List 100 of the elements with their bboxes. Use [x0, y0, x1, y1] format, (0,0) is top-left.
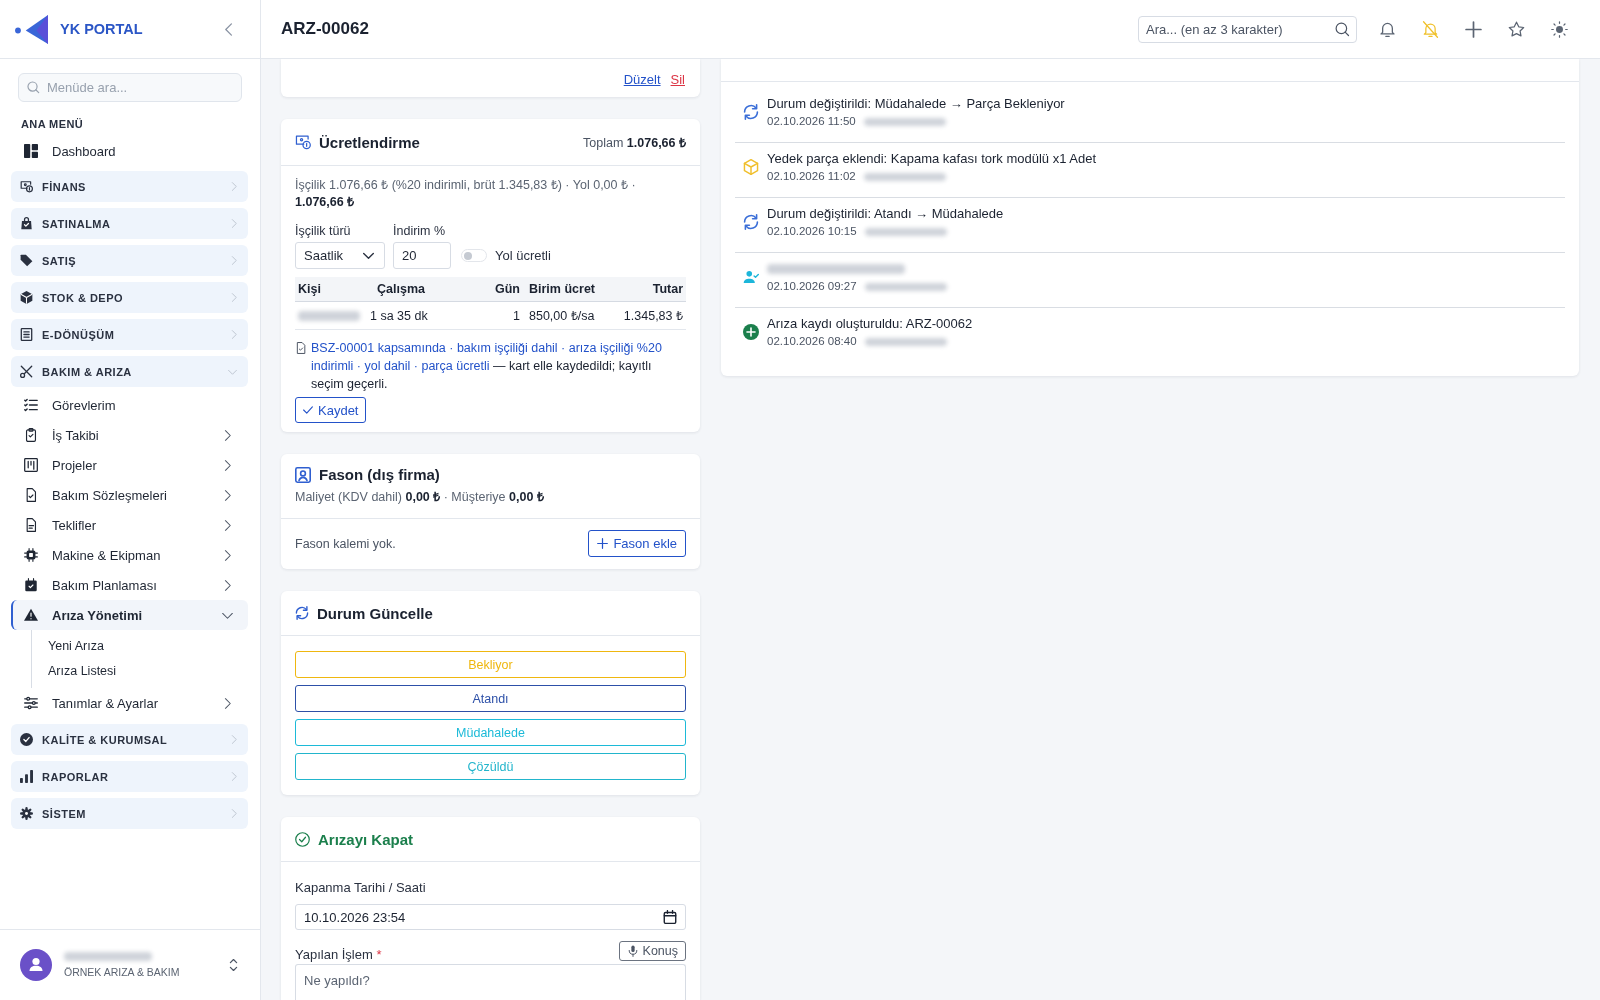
empty-text: Fason kalemi yok.	[295, 536, 396, 551]
check-icon	[303, 406, 313, 414]
field-label: İşçilik türü	[295, 224, 351, 238]
file-check-icon	[24, 488, 38, 502]
menu-group[interactable]: FİNANS	[11, 171, 248, 202]
calendar-icon	[24, 578, 38, 592]
chevron-right-icon	[224, 549, 231, 561]
table-cell: 1 sa 35 dk	[367, 301, 487, 330]
refresh-icon	[295, 606, 309, 620]
star-icon[interactable]	[1508, 20, 1525, 38]
org-name: ÖRNEK ARIZA & BAKIM	[64, 966, 180, 978]
id-card-icon	[295, 466, 311, 483]
check-badge-icon	[20, 733, 33, 746]
menu-group[interactable]: KALİTE & KURUMSAL	[11, 724, 248, 755]
menu-group[interactable]: SİSTEM	[11, 798, 248, 829]
event-title: Durum değiştirildi: Müdahalede → Parça Bekleniyor	[767, 95, 1065, 112]
chevron-right-icon	[231, 330, 237, 339]
column-header: Gün	[487, 277, 523, 302]
menu-group[interactable]: E-DÖNÜŞÜM	[11, 319, 248, 350]
clipboard-icon	[24, 428, 38, 442]
layout-icon	[24, 144, 38, 158]
status-button[interactable]: Atandı	[295, 685, 686, 712]
card-title: Fason (dış firma)	[319, 466, 441, 483]
scissors-icon	[20, 365, 33, 378]
calendar-outline-icon	[663, 910, 677, 924]
save-button[interactable]: Kaydet	[295, 397, 367, 423]
card-title: Arızayı Kapat	[318, 830, 415, 848]
box-icon	[743, 159, 759, 175]
card-title: Ücretlendirme	[319, 133, 421, 151]
bell-icon[interactable]	[1379, 20, 1396, 38]
chevron-right-icon	[231, 735, 237, 744]
add-button[interactable]: Fason ekle	[588, 530, 686, 557]
table-cell: 1	[487, 301, 523, 330]
submenu-item[interactable]: Projeler	[11, 450, 248, 480]
menu-group[interactable]: BAKIM & ARIZA	[11, 356, 248, 387]
menu-group[interactable]: STOK & DEPO	[11, 282, 248, 313]
chevron-right-icon	[231, 182, 237, 191]
brand-name: YK PORTAL	[60, 21, 144, 37]
nav-item[interactable]: Dashboard	[11, 137, 248, 165]
search-field[interactable]: Ara... (en az 3 karakter)	[1138, 15, 1357, 43]
chevron-right-icon	[224, 697, 231, 709]
chevron-right-icon	[231, 219, 237, 228]
chevron-right-icon	[231, 256, 237, 265]
event-time: 02.10.2026 11:50	[767, 114, 856, 129]
chevron-right-icon	[231, 772, 237, 781]
select-field[interactable]: Saatlik	[295, 242, 385, 269]
chevron-right-icon	[224, 429, 231, 441]
textarea-field[interactable]: Ne yapıldı?	[295, 964, 686, 1000]
chevron-right-icon	[231, 293, 237, 302]
section-label: ANA MENÜ	[21, 118, 85, 130]
submenu-item[interactable]: Tanımlar & Ayarlar	[11, 688, 248, 718]
chevron-right-icon	[224, 519, 231, 531]
submenu-item[interactable]: Yeni Arıza	[32, 634, 104, 659]
logo-icon	[15, 13, 50, 45]
event-time: 02.10.2026 10:15	[767, 224, 857, 239]
submenu-item[interactable]: Görevlerim	[11, 390, 248, 420]
avatar-icon[interactable]	[20, 949, 52, 981]
submenu-item[interactable]: Arıza Yönetimi	[11, 600, 248, 630]
event-time: 02.10.2026 09:27	[767, 279, 857, 294]
menu-group[interactable]: RAPORLAR	[11, 761, 248, 792]
collapse-icon[interactable]	[225, 22, 233, 36]
warning-icon	[24, 608, 38, 622]
chevron-down-icon	[222, 611, 233, 619]
bar-chart-icon	[20, 770, 33, 783]
chevron-down-icon	[363, 252, 374, 259]
toggle-switch[interactable]	[461, 249, 487, 262]
submenu-item[interactable]: Makine & Ekipman	[11, 540, 248, 570]
table-cell: 1.345,83 ₺	[614, 301, 686, 330]
table-cell: 850,00 ₺/sa	[523, 301, 614, 330]
toggle-label: Yol ücretli	[495, 248, 551, 263]
page-title: ARZ-00062	[281, 19, 370, 39]
chevron-right-icon	[224, 579, 231, 591]
total-amount: Toplam 1.076,66 ₺	[583, 134, 686, 151]
date-field[interactable]: 10.10.2026 23:54	[295, 904, 686, 930]
submenu-item[interactable]: Teklifler	[11, 510, 248, 540]
menu-group[interactable]: SATINALMA	[11, 208, 248, 239]
money-icon	[20, 180, 33, 193]
submenu-item[interactable]: Arıza Listesi	[32, 659, 117, 684]
sun-icon[interactable]	[1551, 20, 1568, 38]
field-label: Yapılan İşlem *	[295, 947, 382, 962]
refresh-icon	[743, 104, 759, 120]
edit-link[interactable]: Düzelt	[623, 72, 661, 87]
event-title: Arıza kaydı oluşturuldu: ARZ-00062	[767, 315, 973, 332]
money-icon	[295, 134, 311, 150]
delete-link[interactable]: Sil	[670, 72, 685, 87]
submenu-item[interactable]: Bakım Sözleşmeleri	[11, 480, 248, 510]
plus-icon[interactable]	[1465, 20, 1482, 38]
dictate-button[interactable]: Konuş	[618, 941, 686, 961]
input-field[interactable]: 20	[393, 242, 451, 269]
submenu-item[interactable]: İş Takibi	[11, 420, 248, 450]
event-title: Yedek parça eklendi: Kapama kafası tork modülü x1 Adet	[767, 150, 1097, 167]
event-title: Durum değiştirildi: Atandı → Müdahalede	[767, 205, 1004, 222]
chip-icon	[24, 548, 38, 562]
card-title: Durum Güncelle	[317, 604, 434, 622]
up-down-icon[interactable]	[229, 958, 238, 972]
pricing-summary: İşçilik 1.076,66 ₺ (%20 indirimli, brüt 1.345,83 ₺) · Yol 0,00 ₺ · 1.076,66 ₺	[295, 177, 637, 211]
menu-group[interactable]: SATIŞ	[11, 245, 248, 276]
menu-search-field[interactable]: Menüde ara...	[18, 73, 242, 102]
column-header: Çalışma	[367, 277, 487, 302]
submenu-item[interactable]: Bakım Planlaması	[11, 570, 248, 600]
